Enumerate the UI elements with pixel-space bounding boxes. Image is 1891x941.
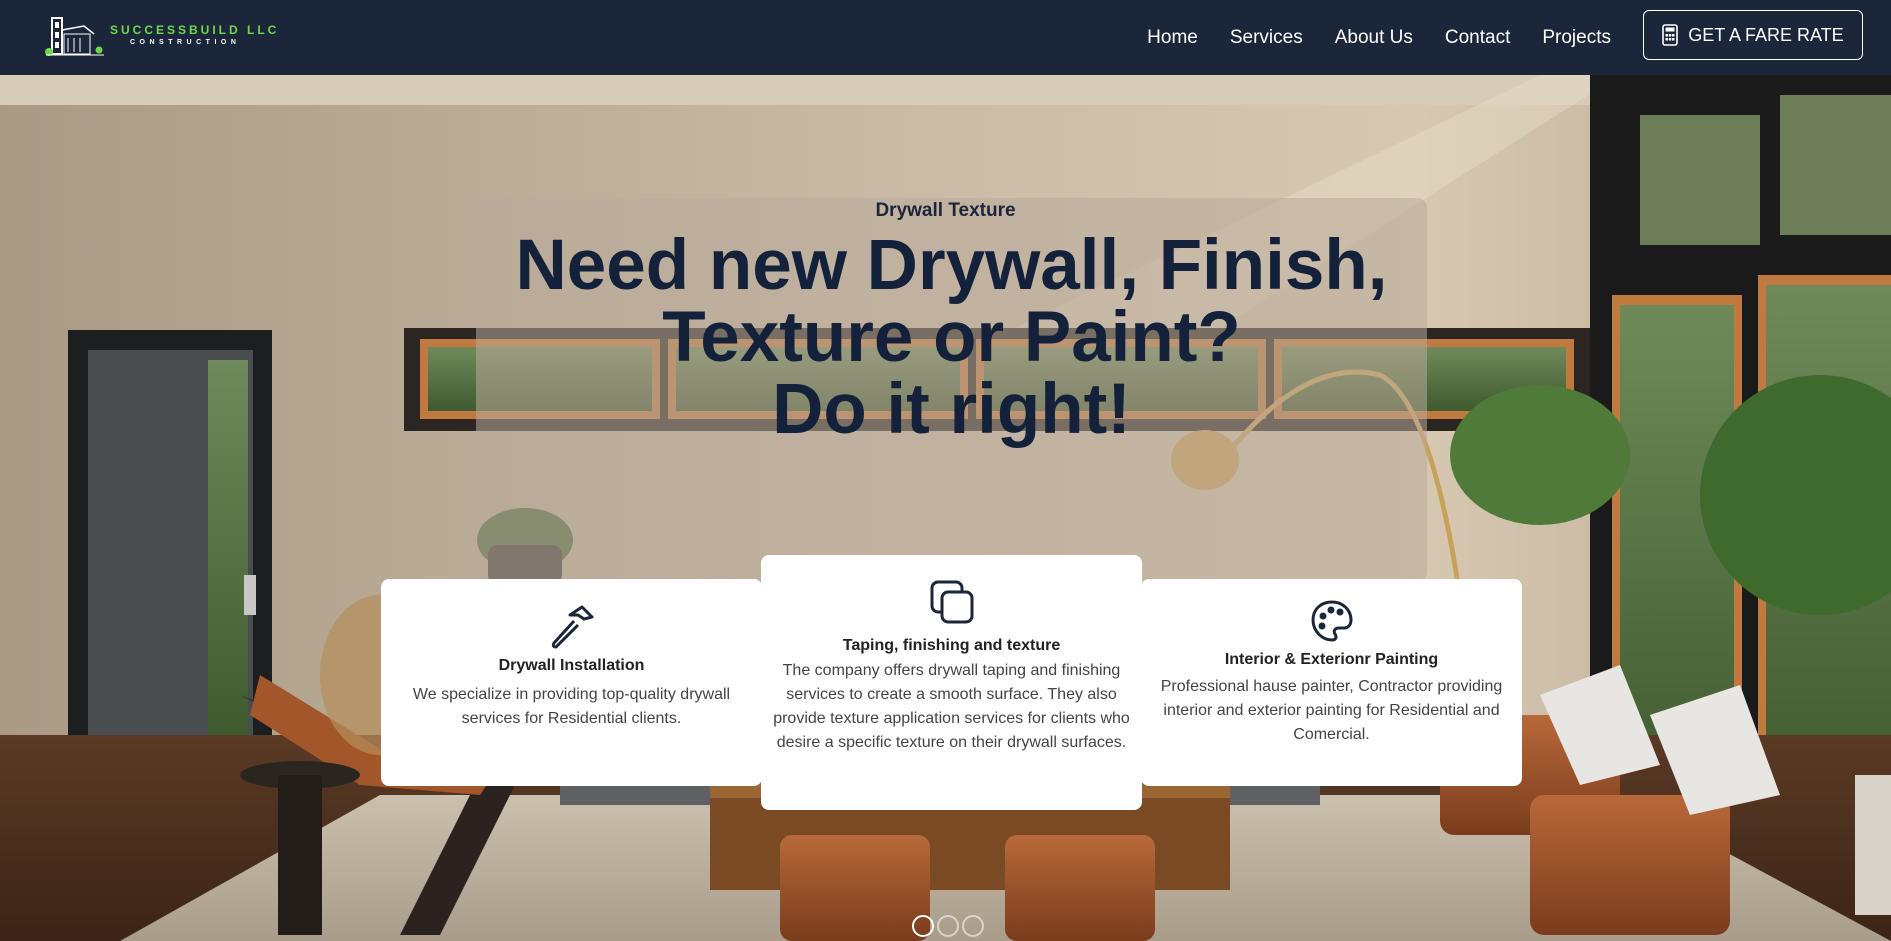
service-title: Taping, finishing and texture [842,637,1061,654]
nav-about-us[interactable]: About Us [1335,27,1413,49]
hero-eyebrow: Drywall Texture [875,200,1016,221]
hero-headline: Need new Drywall, Finish, Texture or Pai… [476,230,1427,446]
headline-line-1: Need new Drywall, Finish, [515,226,1388,305]
site-header: SUCCESSBUILD LLC CONSTRUCTION Home Servi… [0,0,1891,75]
get-fare-rate-button[interactable]: GET A FARE RATE [1643,10,1863,60]
hammer-icon [551,605,593,649]
brand-name: SUCCESSBUILD LLC [110,23,280,37]
service-card-painting[interactable]: Interior & Exterionr Painting Profession… [1141,579,1522,786]
brand-logo[interactable]: SUCCESSBUILD LLC CONSTRUCTION [44,12,279,58]
slider-dot-2[interactable] [937,915,959,937]
nav-projects[interactable]: Projects [1542,27,1611,49]
service-title: Drywall Installation [498,657,645,674]
headline-line-2: Texture or Paint? [662,298,1241,377]
get-fare-rate-label: GET A FARE RATE [1688,24,1844,45]
service-description: We specialize in providing top-quality d… [412,686,731,727]
building-logo-icon [45,17,104,56]
slider-dot-3[interactable] [962,915,984,937]
palette-icon [1310,600,1353,642]
layers-icon [930,580,973,624]
service-title: Interior & Exterionr Painting [1224,651,1439,668]
service-card-taping-finishing[interactable]: Taping, finishing and texture The compan… [761,555,1142,810]
service-card-drywall-installation[interactable]: Drywall Installation We specialize in pr… [381,579,762,786]
service-description: The company offers drywall taping and fi… [773,662,1130,751]
nav-contact[interactable]: Contact [1445,27,1510,49]
nav-services[interactable]: Services [1230,27,1303,49]
service-description: Professional hause painter, Contractor p… [1160,678,1503,743]
slider-dots [912,915,984,937]
calculator-icon [1662,24,1679,46]
main-nav: Home Services About Us Contact Projects [1147,0,1611,75]
slider-dot-1[interactable] [912,915,934,937]
headline-line-3: Do it right! [772,370,1131,449]
nav-home[interactable]: Home [1147,27,1198,49]
brand-tagline: CONSTRUCTION [130,39,241,46]
